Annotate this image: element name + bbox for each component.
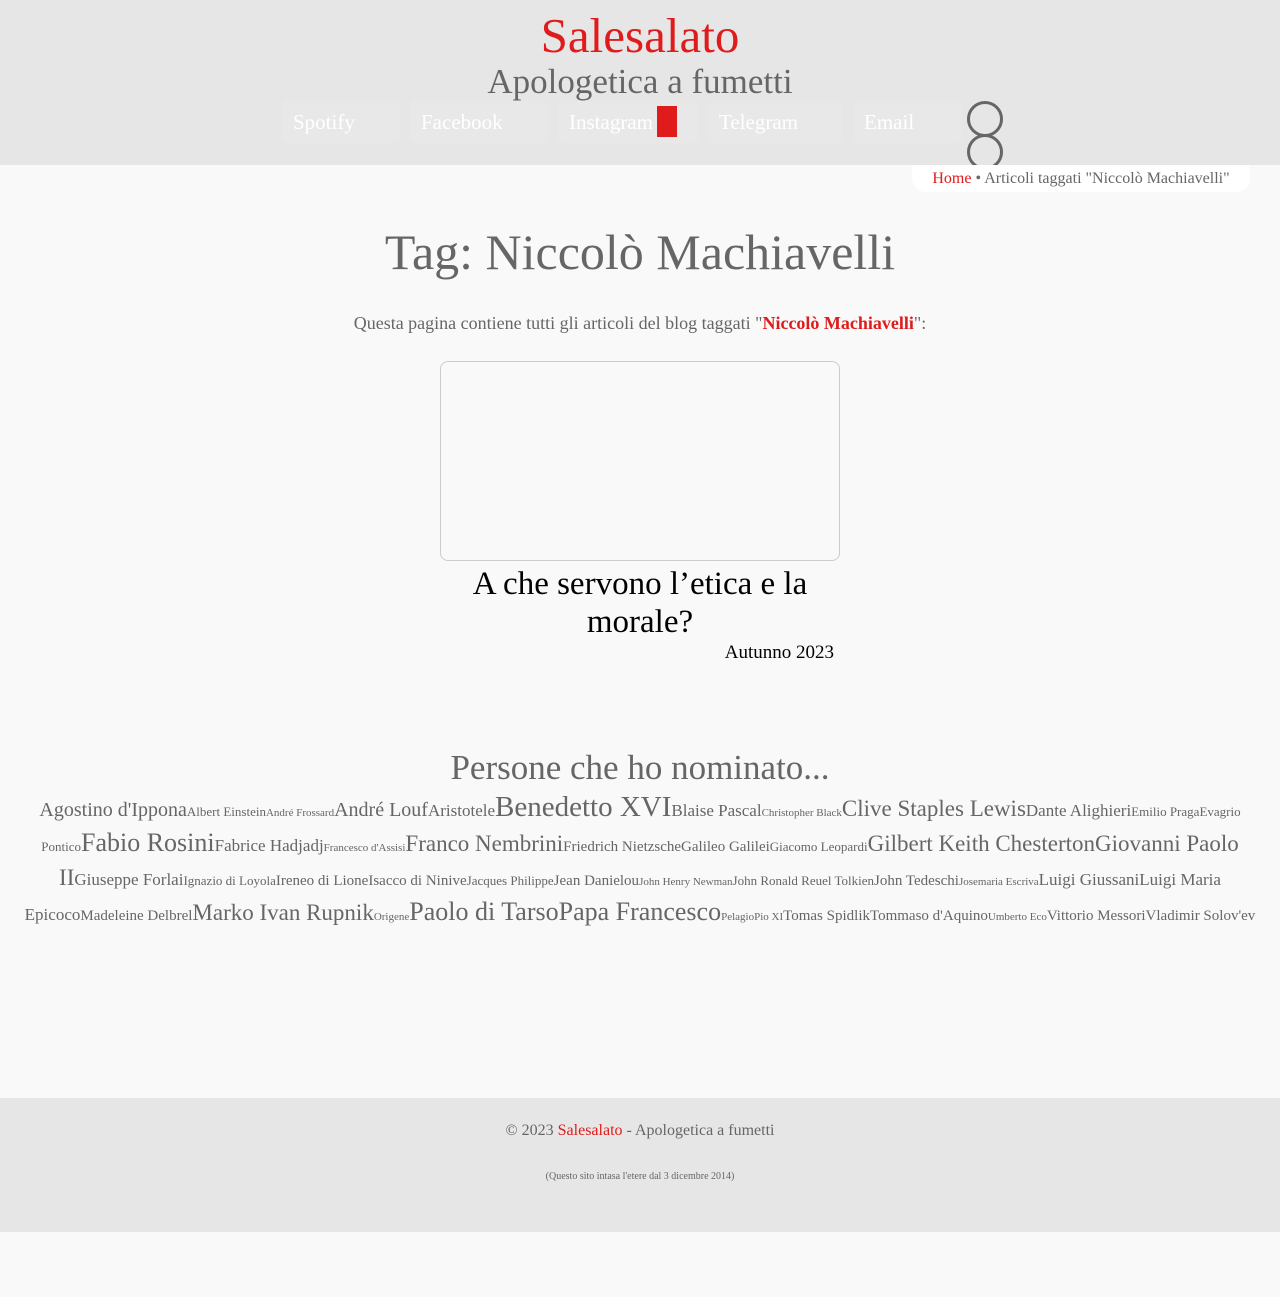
breadcrumb-current: Articoli taggati "Niccolò Machiavelli": [984, 170, 1230, 187]
person-tag[interactable]: Benedetto XVI: [495, 791, 671, 823]
breadcrumb-separator: •: [975, 170, 982, 187]
breadcrumb: Home • Articoli taggati "Niccolò Machiav…: [912, 165, 1250, 192]
person-tag[interactable]: Francesco d'Assisi: [324, 842, 406, 854]
person-tag[interactable]: Luigi Giussani: [1039, 870, 1140, 889]
page-title: Tag: Niccolò Machiavelli: [384, 224, 896, 280]
circle-toggle-icon[interactable]: [967, 101, 1003, 137]
person-tag[interactable]: Vladimir Solov'ev: [1146, 908, 1256, 924]
site-header: Salesalato Apologetica a fumetti Spotify…: [0, 0, 1280, 170]
person-tag[interactable]: Dante Alighieri: [1026, 801, 1131, 820]
person-tag[interactable]: Emilio Praga: [1131, 804, 1199, 819]
person-tag[interactable]: Fabrice Hadjadj: [215, 836, 324, 855]
person-tag[interactable]: André Louf: [334, 799, 428, 821]
person-tag[interactable]: Agostino d'Ippona: [39, 799, 186, 821]
person-tag[interactable]: Marko Ivan Rupnik: [192, 900, 373, 925]
person-tag[interactable]: Blaise Pascal: [671, 801, 761, 820]
person-tag[interactable]: Jacques Philippe: [467, 873, 554, 888]
nav-spotify-button[interactable]: Spotify: [282, 101, 400, 143]
person-tag[interactable]: Paolo di Tarso: [409, 897, 558, 926]
person-tag[interactable]: André Frossard: [266, 807, 334, 819]
intro-tag-name: Niccolò Machiavelli: [762, 313, 914, 333]
person-tag[interactable]: Christopher Black: [762, 807, 842, 819]
footer-tagline: - Apologetica a fumetti: [626, 1122, 775, 1139]
person-tag[interactable]: Friedrich Nietzsche: [563, 839, 681, 855]
person-tag[interactable]: Isacco di Ninive: [368, 873, 466, 889]
footer-site-link[interactable]: Salesalato: [558, 1122, 623, 1139]
site-subtitle: Apologetica a fumetti: [487, 62, 793, 101]
person-tag[interactable]: Pelagio: [721, 911, 754, 923]
person-tag[interactable]: John Ronald Reuel Tolkien: [733, 873, 874, 888]
intro-text-end: ":: [913, 313, 927, 333]
nav-email-button[interactable]: Email: [853, 101, 962, 143]
person-tag[interactable]: Galileo Galilei: [681, 839, 770, 855]
nav-instagram-button[interactable]: Instagram: [558, 101, 698, 143]
person-tag[interactable]: Franco Nembrini: [405, 831, 563, 856]
article-title[interactable]: A che servono l’etica e la morale?: [440, 565, 840, 641]
person-tag[interactable]: Tomas Spidlik: [783, 908, 870, 924]
person-tag[interactable]: Giuseppe Forlai: [74, 870, 183, 889]
person-tag[interactable]: Pio XI: [754, 911, 783, 923]
person-tag[interactable]: Ireneo di Lione: [276, 873, 368, 889]
nav-facebook-button[interactable]: Facebook: [410, 101, 548, 143]
person-tag[interactable]: Papa Francesco: [559, 897, 721, 926]
person-tag[interactable]: John Tedeschi: [874, 873, 959, 889]
article-date: Autunno 2023: [724, 642, 834, 663]
person-tag[interactable]: John Henry Newman: [639, 876, 732, 888]
site-title[interactable]: Salesalato: [0, 8, 1280, 64]
tag-intro: Questa pagina contiene tutti gli articol…: [0, 311, 1280, 335]
footer-copyright-year: © 2023: [505, 1122, 554, 1139]
person-tag[interactable]: Vittorio Messori: [1047, 908, 1146, 924]
person-tag[interactable]: Aristotele: [428, 801, 495, 820]
nav-telegram-button[interactable]: Telegram: [708, 101, 843, 143]
people-tag-cloud: Agostino d'IpponaAlbert EinsteinAndré Fr…: [15, 792, 1265, 932]
person-tag[interactable]: Fabio Rosini: [81, 828, 215, 857]
person-tag[interactable]: Josemaria Escriva: [959, 876, 1039, 888]
person-tag[interactable]: Umberto Eco: [988, 911, 1047, 923]
person-tag[interactable]: Jean Danielou: [554, 873, 639, 889]
breadcrumb-home-link[interactable]: Home: [932, 170, 971, 187]
people-section-title: Persone che ho nominato...: [450, 748, 830, 787]
person-tag[interactable]: Madeleine Delbrel: [80, 908, 192, 924]
person-tag[interactable]: Clive Staples Lewis: [842, 796, 1026, 821]
intro-text: Questa pagina contiene tutti gli articol…: [353, 313, 763, 333]
person-tag[interactable]: Giacomo Leopardi: [770, 839, 868, 854]
person-tag[interactable]: Ignazio di Loyola: [183, 873, 275, 888]
person-tag[interactable]: Gilbert Keith Chesterton: [868, 831, 1095, 856]
person-tag[interactable]: Origene: [374, 911, 409, 923]
person-tag[interactable]: Tommaso d'Aquino: [870, 908, 988, 924]
footer-note: (Questo sito intasa l'etere dal 3 dicemb…: [545, 1171, 735, 1182]
site-footer: © 2023 Salesalato - Apologetica a fumett…: [0, 1098, 1280, 1232]
footer-copyright: © 2023 Salesalato - Apologetica a fumett…: [0, 1120, 1280, 1142]
person-tag[interactable]: Albert Einstein: [187, 804, 266, 819]
instagram-accent-icon: [657, 106, 677, 137]
article-thumbnail[interactable]: [440, 361, 840, 561]
